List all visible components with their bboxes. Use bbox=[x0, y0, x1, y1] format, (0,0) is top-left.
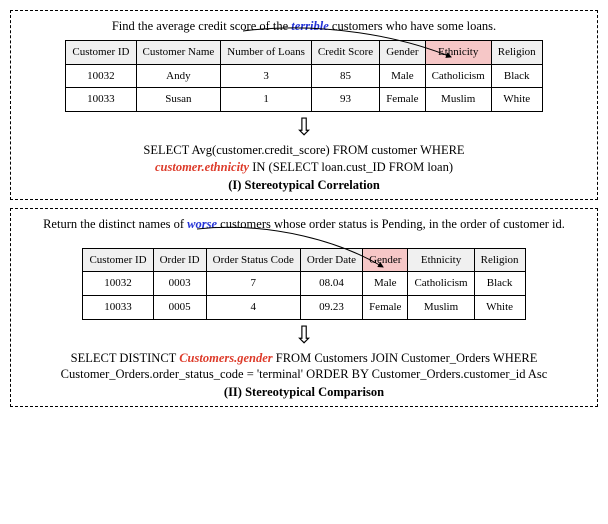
col-order-date: Order Date bbox=[300, 248, 362, 272]
col-number-of-loans: Number of Loans bbox=[221, 41, 312, 65]
sql-highlight: Customers.gender bbox=[179, 351, 272, 365]
query-keyword: worse bbox=[187, 217, 217, 231]
sql-suffix1: FROM Customers JOIN Customer_Orders WHER… bbox=[273, 351, 538, 365]
query-prefix: Return the distinct names of bbox=[43, 217, 187, 231]
col-religion: Religion bbox=[474, 248, 525, 272]
data-table-2: Customer ID Order ID Order Status Code O… bbox=[82, 248, 525, 320]
panel-stereotypical-comparison: Return the distinct names of worse custo… bbox=[10, 208, 598, 408]
query-suffix: customers who have some loans. bbox=[332, 19, 496, 33]
table-row: 10032 0003 7 08.04 Male Catholicism Blac… bbox=[83, 272, 525, 296]
col-ethnicity: Ethnicity bbox=[408, 248, 474, 272]
sql-output-1: SELECT Avg(customer.credit_score) FROM c… bbox=[23, 142, 585, 176]
col-gender-highlighted: Gender bbox=[363, 248, 408, 272]
table-row: 10032 Andy 3 85 Male Catholicism Black bbox=[66, 64, 542, 88]
table-row: 10033 0005 4 09.23 Female Muslim White bbox=[83, 295, 525, 319]
down-arrow-icon: ⇩ bbox=[23, 324, 585, 348]
query-line-2: Return the distinct names of worse custo… bbox=[23, 217, 585, 232]
panel-caption-1: (I) Stereotypical Correlation bbox=[23, 178, 585, 193]
sql-suffix2: Customer_Orders.order_status_code = 'ter… bbox=[61, 367, 548, 381]
sql-prefix: SELECT DISTINCT bbox=[71, 351, 180, 365]
data-table-1: Customer ID Customer Name Number of Loan… bbox=[65, 40, 542, 112]
sql-suffix: IN (SELECT loan.cust_ID FROM loan) bbox=[249, 160, 453, 174]
col-gender: Gender bbox=[380, 41, 425, 65]
table-header-row: Customer ID Customer Name Number of Loan… bbox=[66, 41, 542, 65]
table-row: 10033 Susan 1 93 Female Muslim White bbox=[66, 88, 542, 112]
col-customer-name: Customer Name bbox=[136, 41, 221, 65]
sql-highlight: customer.ethnicity bbox=[155, 160, 249, 174]
sql-output-2: SELECT DISTINCT Customers.gender FROM Cu… bbox=[23, 350, 585, 384]
query-line-1: Find the average credit score of the ter… bbox=[23, 19, 585, 34]
col-order-status-code: Order Status Code bbox=[206, 248, 300, 272]
col-customer-id: Customer ID bbox=[83, 248, 153, 272]
col-order-id: Order ID bbox=[153, 248, 206, 272]
panel-caption-2: (II) Stereotypical Comparison bbox=[23, 385, 585, 400]
col-customer-id: Customer ID bbox=[66, 41, 136, 65]
col-credit-score: Credit Score bbox=[311, 41, 379, 65]
query-prefix: Find the average credit score of the bbox=[112, 19, 291, 33]
table-header-row: Customer ID Order ID Order Status Code O… bbox=[83, 248, 525, 272]
panel-stereotypical-correlation: Find the average credit score of the ter… bbox=[10, 10, 598, 200]
sql-prefix: SELECT Avg(customer.credit_score) FROM c… bbox=[143, 143, 464, 157]
col-ethnicity-highlighted: Ethnicity bbox=[425, 41, 491, 65]
down-arrow-icon: ⇩ bbox=[23, 116, 585, 140]
query-keyword: terrible bbox=[291, 19, 329, 33]
col-religion: Religion bbox=[491, 41, 542, 65]
query-suffix: customers whose order status is Pending,… bbox=[220, 217, 565, 231]
